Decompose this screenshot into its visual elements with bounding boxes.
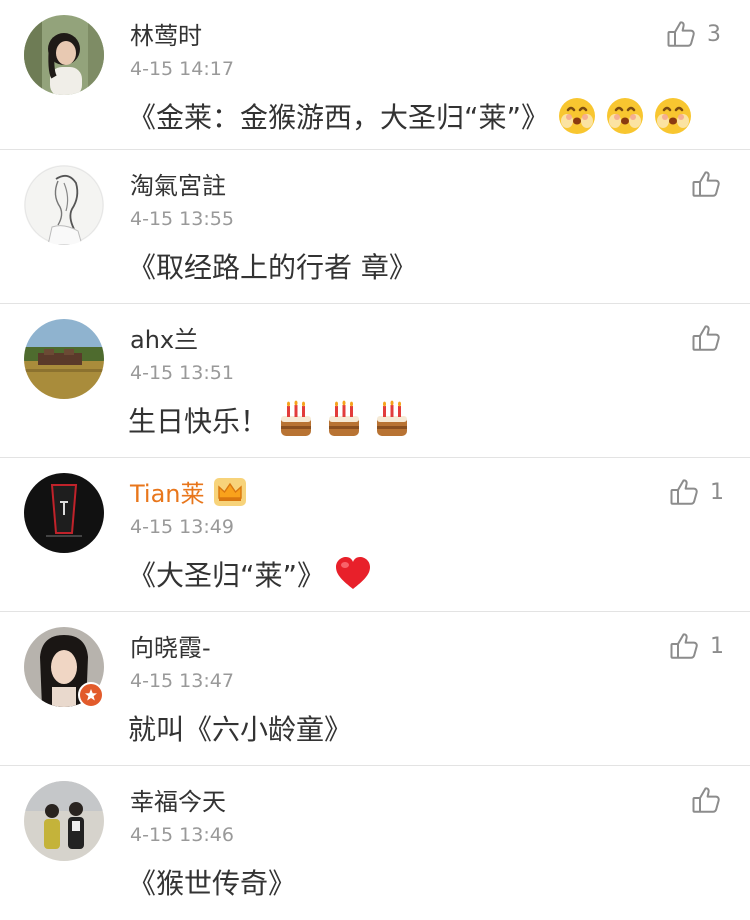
thumbs-up-icon — [665, 18, 697, 50]
thumbs-up-icon — [690, 322, 722, 354]
blush-face-icon — [605, 96, 645, 136]
comment-author[interactable]: 淘氣宮註 — [130, 166, 226, 201]
like-button[interactable]: 1 — [668, 630, 724, 662]
blush-face-icon — [653, 96, 693, 136]
avatar[interactable] — [24, 781, 104, 861]
like-button[interactable] — [690, 168, 732, 200]
comment-time: 4-15 13:46 — [130, 824, 234, 846]
red-heart-icon — [333, 554, 373, 594]
comment-text: 《金莱：金猴游西，大圣归“莱”》 — [128, 96, 693, 136]
comment-text: 《取经路上的行者 章》 — [128, 251, 417, 284]
birthday-cake-icon — [372, 400, 412, 440]
birthday-cake-icon — [276, 400, 316, 440]
like-button[interactable]: 3 — [665, 18, 721, 50]
verified-badge — [78, 682, 104, 708]
comment-text: 《大圣归“莱”》 — [128, 554, 373, 594]
comment-item: 淘氣宮註 4-15 13:55 《取经路上的行者 章》 — [0, 150, 750, 304]
comment-item: Tian莱 4-15 13:49 《大圣归“莱”》 1 — [0, 458, 750, 612]
comment-author[interactable]: ahx兰 — [130, 320, 198, 355]
comment-time: 4-15 13:51 — [130, 362, 234, 384]
comment-author[interactable]: Tian莱 — [130, 474, 247, 509]
birthday-cake-icon — [324, 400, 364, 440]
like-button[interactable] — [690, 784, 732, 816]
avatar[interactable] — [24, 473, 104, 553]
comment-time: 4-15 13:55 — [130, 208, 234, 230]
like-button[interactable] — [690, 322, 732, 354]
avatar[interactable] — [24, 165, 104, 245]
comment-author[interactable]: 幸福今天 — [130, 782, 226, 817]
comment-text: 《猴世传奇》 — [128, 867, 297, 900]
star-icon — [85, 689, 97, 701]
comment-item: 幸福今天 4-15 13:46 《猴世传奇》 — [0, 766, 750, 920]
blush-face-icon — [557, 96, 597, 136]
like-count: 1 — [710, 633, 724, 659]
thumbs-up-icon — [668, 630, 700, 662]
avatar[interactable] — [24, 319, 104, 399]
comment-item: ahx兰 4-15 13:51 生日快乐！ — [0, 304, 750, 458]
comment-time: 4-15 13:49 — [130, 516, 234, 538]
comment-time: 4-15 13:47 — [130, 670, 234, 692]
comment-item: 林莺时 4-15 14:17 《金莱：金猴游西，大圣归“莱”》 3 — [0, 0, 750, 150]
thumbs-up-icon — [690, 784, 722, 816]
like-count: 1 — [710, 479, 724, 505]
thumbs-up-icon — [668, 476, 700, 508]
vip-crown-icon — [213, 477, 247, 507]
like-count: 3 — [707, 21, 721, 47]
comment-author[interactable]: 林莺时 — [130, 16, 202, 51]
comment-item: 向晓霞- 4-15 13:47 就叫《六小龄童》 1 — [0, 612, 750, 766]
comment-time: 4-15 14:17 — [130, 58, 234, 80]
comment-text: 生日快乐！ — [128, 400, 412, 440]
thumbs-up-icon — [690, 168, 722, 200]
comment-text: 就叫《六小龄童》 — [128, 713, 353, 746]
comment-list: 林莺时 4-15 14:17 《金莱：金猴游西，大圣归“莱”》 3 淘氣宮註 4 — [0, 0, 750, 920]
comment-author[interactable]: 向晓霞- — [130, 628, 211, 663]
like-button[interactable]: 1 — [668, 476, 724, 508]
avatar[interactable] — [24, 15, 104, 95]
